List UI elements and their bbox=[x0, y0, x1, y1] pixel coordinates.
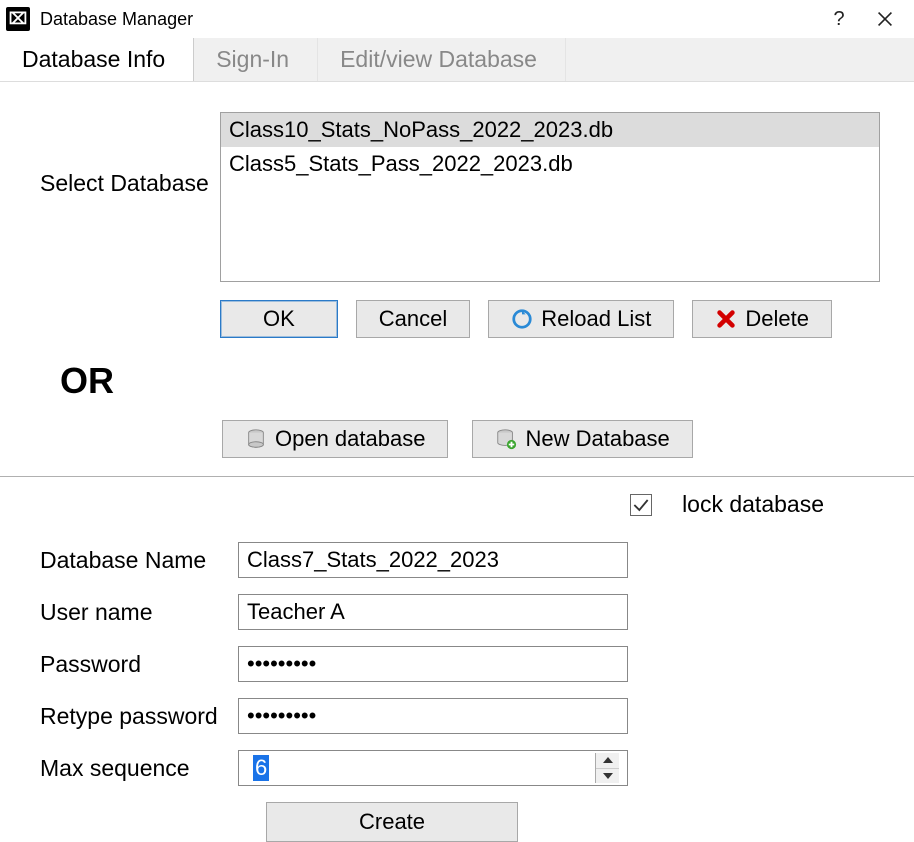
close-icon bbox=[874, 8, 896, 30]
username-input[interactable] bbox=[238, 594, 628, 630]
close-button[interactable] bbox=[862, 4, 908, 34]
list-item[interactable]: Class10_Stats_NoPass_2022_2023.db bbox=[221, 113, 879, 147]
database-icon bbox=[245, 428, 267, 450]
database-name-input[interactable] bbox=[238, 542, 628, 578]
max-sequence-label: Max sequence bbox=[40, 755, 238, 782]
tab-database-info[interactable]: Database Info bbox=[0, 38, 194, 81]
help-button[interactable]: ? bbox=[816, 4, 862, 34]
database-plus-icon bbox=[495, 428, 517, 450]
reload-list-button[interactable]: Reload List bbox=[488, 300, 674, 338]
max-sequence-spinner[interactable]: 6 bbox=[238, 750, 628, 786]
password-input[interactable] bbox=[238, 646, 628, 682]
chevron-down-icon bbox=[603, 773, 613, 779]
open-database-button[interactable]: Open database bbox=[222, 420, 448, 458]
lock-database-checkbox[interactable] bbox=[630, 494, 652, 516]
select-database-label: Select Database bbox=[40, 112, 220, 197]
reload-icon bbox=[511, 308, 533, 330]
tab-sign-in[interactable]: Sign-In bbox=[194, 38, 318, 81]
check-icon bbox=[631, 494, 651, 516]
or-label: OR bbox=[40, 338, 884, 420]
retype-password-input[interactable] bbox=[238, 698, 628, 734]
reload-list-label: Reload List bbox=[541, 306, 651, 332]
max-sequence-value[interactable]: 6 bbox=[247, 753, 595, 783]
retype-password-label: Retype password bbox=[40, 703, 238, 730]
ok-button[interactable]: OK bbox=[220, 300, 338, 338]
delete-button[interactable]: Delete bbox=[692, 300, 832, 338]
chevron-up-icon bbox=[603, 757, 613, 763]
new-database-label: New Database bbox=[525, 426, 669, 452]
username-label: User name bbox=[40, 599, 238, 626]
open-database-label: Open database bbox=[275, 426, 425, 452]
delete-icon bbox=[715, 308, 737, 330]
new-database-button[interactable]: New Database bbox=[472, 420, 692, 458]
create-button[interactable]: Create bbox=[266, 802, 518, 842]
separator bbox=[0, 476, 914, 477]
tab-bar: Database Info Sign-In Edit/view Database bbox=[0, 38, 914, 82]
database-listbox[interactable]: Class10_Stats_NoPass_2022_2023.db Class5… bbox=[220, 112, 880, 282]
lock-database-label: lock database bbox=[682, 491, 824, 518]
cancel-button[interactable]: Cancel bbox=[356, 300, 470, 338]
spinner-down[interactable] bbox=[596, 769, 619, 784]
tab-edit-view-database[interactable]: Edit/view Database bbox=[318, 38, 566, 81]
window-title: Database Manager bbox=[40, 9, 816, 30]
database-name-label: Database Name bbox=[40, 547, 238, 574]
app-icon: ⌧ bbox=[6, 7, 30, 31]
delete-label: Delete bbox=[745, 306, 809, 332]
spinner-up[interactable] bbox=[596, 753, 619, 769]
titlebar: ⌧ Database Manager ? bbox=[0, 0, 914, 38]
list-item[interactable]: Class5_Stats_Pass_2022_2023.db bbox=[221, 147, 879, 181]
password-label: Password bbox=[40, 651, 238, 678]
